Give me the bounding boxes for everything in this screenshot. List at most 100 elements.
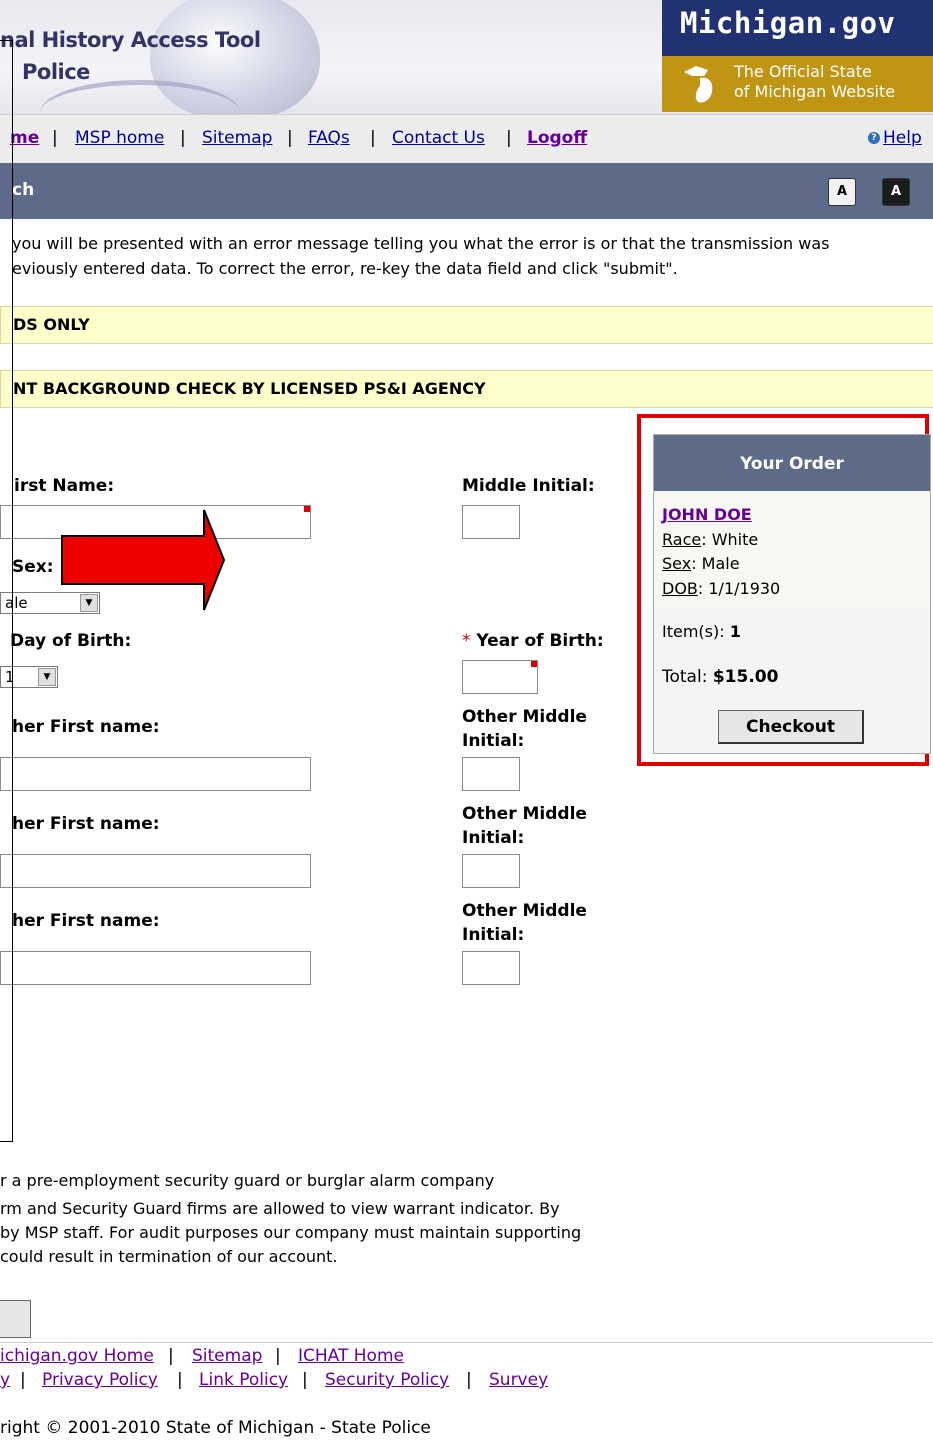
other-first-name-input[interactable]: [0, 951, 311, 985]
legal-line1: r a pre-employment security guard or bur…: [0, 1171, 495, 1190]
other-middle-initial-label: Other Middle Initial:: [462, 802, 587, 850]
first-name-label: irst Name:: [14, 476, 115, 496]
other-middle-label-line1: Other Middle: [462, 901, 587, 921]
nav-home-link[interactable]: me: [10, 128, 39, 148]
popup-window-edge: [0, 40, 13, 1142]
help-label: Help: [883, 128, 922, 148]
sex-value: : Male: [691, 554, 740, 573]
other-first-name-label: her First name:: [12, 814, 160, 834]
other-first-name-input[interactable]: [0, 854, 311, 888]
dob-value: : 1/1/1930: [697, 579, 781, 598]
other-middle-initial-input[interactable]: [462, 951, 520, 985]
logo-sub-line1: The Official State: [734, 62, 872, 81]
other-middle-label-line2: Initial:: [462, 828, 525, 848]
race-abbr: Race: [662, 530, 702, 549]
records-only-text: DS ONLY: [13, 315, 90, 334]
nav-separator: |: [506, 128, 512, 148]
checkout-button[interactable]: Checkout: [718, 710, 864, 744]
legal-line3: by MSP staff. For audit purposes our com…: [0, 1223, 582, 1242]
footer-separator: |: [168, 1346, 174, 1366]
other-middle-initial-label: Other Middle Initial:: [462, 705, 587, 753]
nav-msp-home-link[interactable]: MSP home: [75, 128, 164, 148]
sex-abbr: Sex: [662, 554, 692, 573]
nav-contact-link[interactable]: Contact Us: [392, 128, 485, 148]
michigan-gov-logo[interactable]: Michigan.gov The Official State of Michi…: [662, 0, 933, 112]
other-middle-initial-label: Other Middle Initial:: [462, 899, 587, 947]
middle-initial-label: Middle Initial:: [462, 476, 595, 496]
middle-initial-input[interactable]: [462, 505, 520, 539]
other-middle-initial-input[interactable]: [462, 757, 520, 791]
order-dob: DOB: 1/1/1930: [662, 579, 780, 598]
footer-policy-link[interactable]: y: [0, 1370, 10, 1390]
footer-survey-link[interactable]: Survey: [489, 1370, 548, 1390]
background-check-banner: NT BACKGROUND CHECK BY LICENSED PS&I AGE…: [0, 370, 933, 408]
order-person-link[interactable]: JOHN DOE: [662, 505, 752, 524]
other-middle-initial-input[interactable]: [462, 854, 520, 888]
footer-michigan-home-link[interactable]: ichigan.gov Home: [0, 1346, 154, 1366]
legal-line2: rm and Security Guard firms are allowed …: [0, 1199, 560, 1218]
order-box-title: Your Order: [654, 435, 930, 491]
items-label: Item(s):: [662, 622, 730, 641]
total-value: $15.00: [712, 667, 779, 687]
order-total: Total: $15.00: [662, 667, 778, 687]
font-contrast-button[interactable]: A: [882, 178, 910, 206]
other-first-name-label: her First name:: [12, 911, 160, 931]
footer-sitemap-link[interactable]: Sitemap: [192, 1346, 262, 1366]
total-label: Total:: [662, 667, 713, 687]
nav-logoff-link[interactable]: Logoff: [527, 128, 587, 148]
nav-separator: |: [370, 128, 376, 148]
intro-line2: eviously entered data. To correct the er…: [12, 259, 678, 278]
records-only-banner: DS ONLY: [0, 306, 933, 344]
section-title-bar: ch: [0, 163, 933, 219]
items-count: 1: [729, 622, 741, 641]
day-of-birth-label: Day of Birth:: [10, 631, 132, 651]
footer-ichat-home-link[interactable]: ICHAT Home: [298, 1346, 404, 1366]
logo-main-text: Michigan.gov: [680, 6, 896, 40]
year-of-birth-text: Year of Birth:: [476, 631, 604, 651]
nav-separator: |: [287, 128, 293, 148]
year-of-birth-input[interactable]: [462, 660, 538, 694]
other-first-name-label: her First name:: [12, 717, 160, 737]
footer-divider: [0, 1342, 933, 1343]
site-title-line2: Police: [22, 60, 90, 84]
footer-separator: |: [275, 1346, 281, 1366]
chevron-down-icon: ▼: [38, 668, 56, 686]
legal-line4: could result in termination of our accou…: [0, 1247, 338, 1266]
background-check-text: NT BACKGROUND CHECK BY LICENSED PS&I AGE…: [13, 379, 486, 398]
logo-sub-line2: of Michigan Website: [734, 82, 896, 101]
year-of-birth-label: * Year of Birth:: [462, 631, 604, 651]
section-title: ch: [12, 180, 35, 200]
other-middle-label-line2: Initial:: [462, 925, 525, 945]
race-value: : White: [701, 530, 759, 549]
copyright-text: right © 2001-2010 State of Michigan - St…: [0, 1418, 431, 1438]
order-items: Item(s): 1: [662, 622, 741, 641]
footer-separator: |: [302, 1370, 308, 1390]
intro-line1: you will be presented with an error mess…: [12, 234, 830, 253]
help-link[interactable]: ? Help: [868, 128, 922, 148]
nav-separator: |: [52, 128, 58, 148]
submit-button[interactable]: [0, 1300, 31, 1338]
required-marker: *: [462, 631, 471, 651]
help-icon: ?: [868, 132, 880, 144]
michigan-state-icon: [684, 66, 713, 103]
order-sex: Sex: Male: [662, 554, 740, 573]
dob-abbr: DOB: [662, 579, 698, 598]
other-middle-label-line1: Other Middle: [462, 707, 587, 727]
footer-security-link[interactable]: Security Policy: [325, 1370, 449, 1390]
site-title-line1: nal History Access Tool: [0, 28, 261, 52]
order-race: Race: White: [662, 530, 758, 549]
nav-sitemap-link[interactable]: Sitemap: [202, 128, 272, 148]
footer-separator: |: [177, 1370, 183, 1390]
footer-separator: |: [466, 1370, 472, 1390]
footer-link-policy-link[interactable]: Link Policy: [199, 1370, 288, 1390]
other-middle-label-line2: Initial:: [462, 731, 525, 751]
footer-privacy-link[interactable]: Privacy Policy: [42, 1370, 158, 1390]
font-normal-button[interactable]: A: [828, 178, 856, 206]
nav-separator: |: [180, 128, 186, 148]
nav-faqs-link[interactable]: FAQs: [308, 128, 350, 148]
other-middle-label-line1: Other Middle: [462, 804, 587, 824]
red-arrow-icon: [61, 509, 226, 611]
sex-label: Sex:: [12, 557, 54, 577]
footer-separator: |: [20, 1370, 26, 1390]
other-first-name-input[interactable]: [0, 757, 311, 791]
